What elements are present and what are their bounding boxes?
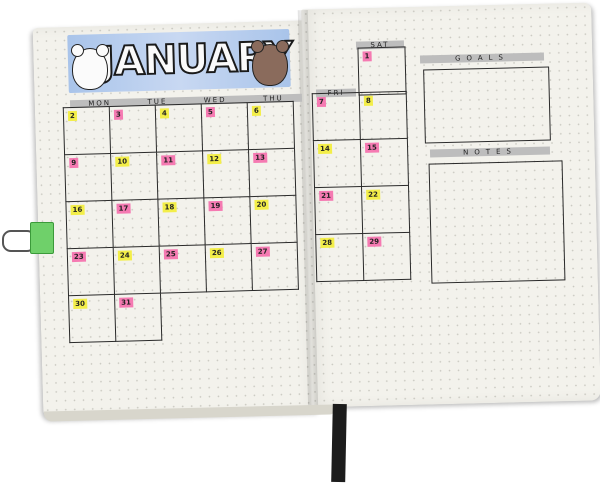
calendar-day-cell: 14 (313, 139, 362, 188)
empty-space (252, 289, 299, 337)
white-bear-drawing (71, 44, 109, 90)
day-number: 2 (67, 110, 78, 122)
day-number: 4 (159, 108, 169, 119)
day-number: 10 (115, 156, 130, 167)
calendar-grid-sat-top: 1 (357, 46, 407, 96)
calendar-row: 28 29 (315, 232, 411, 282)
calendar-day-cell: 17 (111, 199, 160, 248)
calendar-day-cell: 3 (109, 105, 157, 154)
calendar-day-cell: 31 (114, 293, 162, 342)
day-number: 15 (364, 142, 379, 153)
calendar-day-cell: 28 (315, 233, 364, 282)
empty-space (160, 292, 207, 340)
day-number: 25 (163, 249, 178, 260)
calendar-row: 21 22 (314, 185, 410, 235)
calendar-day-cell: 19 (203, 196, 252, 245)
bookmark-ribbon (331, 403, 347, 483)
calendar-day-cell: 5 (201, 102, 249, 151)
day-number: 13 (253, 152, 268, 163)
calendar-row: 14 15 (313, 138, 409, 188)
calendar-row: 9 10 11 12 13 (64, 148, 296, 202)
day-number: 14 (317, 143, 332, 155)
calendar-day-cell: 29 (362, 232, 411, 281)
day-number: 19 (208, 200, 223, 212)
calendar-day-cell: 7 (312, 92, 361, 141)
day-number: 8 (363, 95, 373, 106)
calendar-day-cell: 15 (360, 138, 409, 187)
day-number: 31 (119, 297, 134, 308)
day-number: 24 (117, 250, 132, 261)
goals-box (423, 66, 551, 144)
calendar-day-cell: 22 (361, 185, 410, 234)
day-number: 28 (320, 237, 335, 249)
day-number: 7 (316, 96, 326, 108)
calendar-day-cell: 6 (247, 101, 295, 150)
day-number: 1 (362, 51, 372, 62)
photo-scene: JANUARY MON TUE WED THU FRI SAT 2 3 4 5 6 9 10… (0, 0, 600, 484)
calendar-row: 2 3 4 5 6 (63, 101, 295, 155)
day-number: 27 (255, 246, 270, 257)
bear-ear (251, 40, 264, 53)
calendar-day-cell: 2 (63, 106, 111, 155)
calendar-row: 1 (357, 46, 407, 96)
calendar-row: 16 17 18 19 20 (65, 195, 298, 249)
day-number: 16 (70, 204, 85, 216)
bear-ear (96, 44, 109, 57)
day-number: 20 (254, 199, 269, 210)
month-title: JANUARY (98, 33, 293, 86)
day-number: 17 (116, 203, 131, 214)
calendar-day-cell: 10 (110, 152, 158, 201)
day-number: 12 (207, 153, 222, 165)
calendar-day-cell: 20 (249, 195, 298, 244)
calendar-row: 23 24 25 26 27 (67, 242, 299, 296)
calendar-day-cell: 26 (205, 243, 253, 292)
calendar-grid-fri-sat: 7 8 14 15 21 22 28 29 (312, 91, 412, 282)
brown-bear-drawing (251, 40, 289, 86)
calendar-day-cell: 25 (159, 244, 207, 294)
day-number: 6 (251, 105, 261, 116)
calendar-day-cell: 4 (155, 103, 203, 153)
calendar-day-cell: 1 (357, 46, 407, 96)
day-number: 11 (161, 155, 176, 166)
calendar-day-cell: 21 (314, 186, 363, 235)
notes-box (428, 160, 566, 284)
day-number: 18 (162, 202, 177, 213)
calendar-day-cell: 11 (156, 150, 204, 200)
calendar-day-cell: 12 (202, 149, 250, 198)
calendar-grid-mon-thu: 2 3 4 5 6 9 10 11 12 13 16 17 18 19 20 23 24 25 26 27 30 31 (63, 101, 300, 343)
calendar-row: 78 (312, 91, 408, 141)
calendar-day-cell: 23 (67, 247, 115, 296)
binder-clip (30, 222, 54, 254)
calendar-day-cell: 16 (65, 200, 114, 249)
day-number: 5 (205, 107, 215, 118)
bear-ear (276, 40, 289, 53)
calendar-day-cell: 8 (359, 91, 408, 140)
day-number: 23 (71, 251, 86, 263)
calendar-day-cell: 9 (64, 153, 112, 202)
day-number: 30 (73, 298, 88, 310)
calendar-day-cell: 24 (113, 246, 161, 295)
calendar-row: 30 31 (68, 289, 300, 343)
day-number: 21 (319, 190, 334, 202)
day-number: 29 (367, 236, 382, 247)
day-number: 9 (69, 157, 79, 169)
empty-space (206, 291, 253, 339)
calendar-day-cell: 27 (251, 242, 299, 291)
day-number: 3 (113, 109, 123, 120)
calendar-day-cell: 18 (157, 197, 206, 247)
day-number: 26 (209, 247, 224, 259)
calendar-day-cell: 13 (248, 148, 296, 197)
calendar-day-cell: 30 (68, 294, 116, 343)
day-number: 22 (366, 189, 381, 200)
bear-ear (71, 44, 84, 57)
